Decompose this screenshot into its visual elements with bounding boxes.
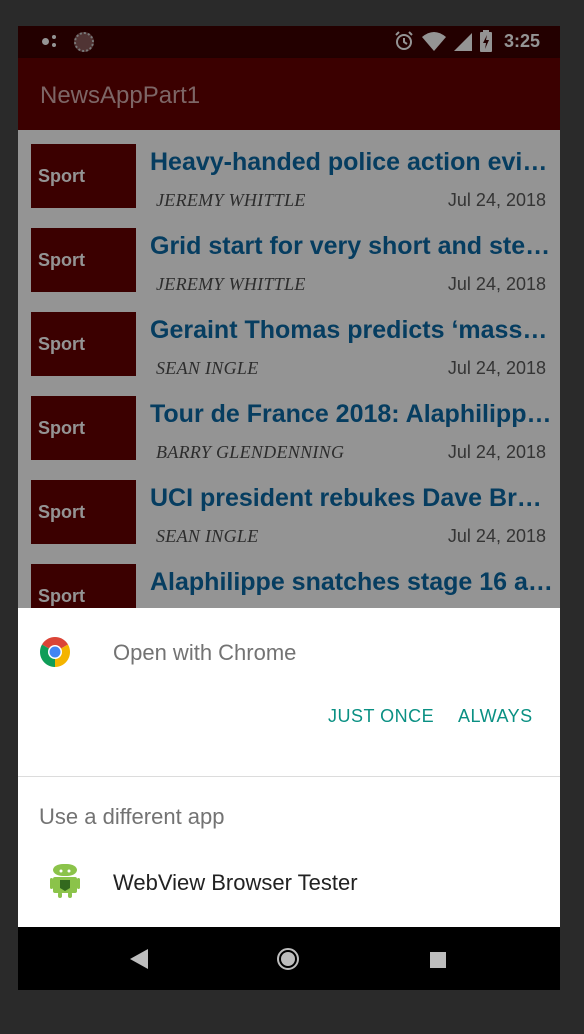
- device-frame: 3:25 NewsAppPart1 Sport Heavy-handed pol…: [0, 0, 584, 1034]
- different-app-header: Use a different app: [39, 804, 225, 829]
- back-icon[interactable]: [130, 949, 148, 969]
- android-icon: [50, 864, 80, 898]
- recents-icon[interactable]: [430, 952, 446, 968]
- divider: [18, 776, 560, 777]
- open-with-label: Open with Chrome: [113, 640, 297, 665]
- app-option-label: WebView Browser Tester: [113, 870, 358, 895]
- navigation-bar: [18, 927, 560, 990]
- app-option-webview-tester[interactable]: WebView Browser Tester: [18, 848, 560, 918]
- app-chooser-sheet: Open with Chrome JUST ONCE ALWAYS Use a …: [18, 608, 560, 927]
- screen: 3:25 NewsAppPart1 Sport Heavy-handed pol…: [18, 26, 560, 990]
- always-button[interactable]: ALWAYS: [458, 706, 533, 727]
- just-once-button[interactable]: JUST ONCE: [328, 706, 434, 727]
- chrome-icon: [39, 637, 71, 667]
- home-icon[interactable]: [276, 947, 300, 971]
